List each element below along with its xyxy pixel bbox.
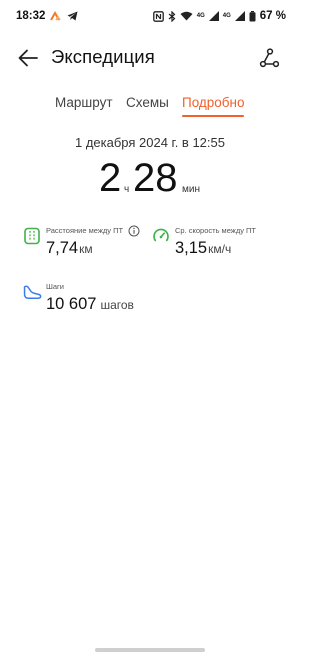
strava-icon (50, 10, 62, 22)
tab-details[interactable]: Подробно (182, 95, 245, 110)
workout-date: 1 декабря 2024 г. в 12:55 (74, 135, 225, 150)
status-right: 4G 4G 67 % (152, 10, 286, 22)
duration-hours-unit: ч (124, 184, 130, 195)
tab-route[interactable]: Маршрут (55, 95, 113, 110)
steps-value: 10 607 (46, 295, 97, 313)
speed-value: 3,15 (175, 239, 208, 257)
status-bar: 18:32 4G 4G 67 % (0, 0, 300, 32)
duration-minutes: 28 (133, 156, 178, 200)
signal-icon-2 (234, 11, 245, 21)
network-type-2: 4G (222, 13, 231, 19)
route-icon (259, 48, 279, 68)
status-time: 18:32 (16, 10, 46, 22)
distance-label: Расстояние между ПТ (46, 226, 124, 235)
info-icon[interactable] (128, 224, 140, 237)
steps-value-line: 10 607 шагов (46, 295, 134, 314)
network-tag-2: 4G (223, 13, 231, 19)
steps-label: Шаги (46, 282, 64, 291)
wifi-icon (180, 11, 193, 21)
shoe-icon (22, 282, 42, 302)
nfc-icon (152, 10, 164, 22)
speed-unit: км/ч (208, 242, 232, 256)
battery-percentage: 67 % (259, 10, 286, 22)
telegram-icon (67, 11, 78, 21)
tab-schemes[interactable]: Схемы (126, 95, 169, 110)
page-title: Экспедиция (51, 46, 155, 67)
metric-speed: Ср. скорость между ПТ 3,15км/ч (151, 226, 281, 262)
steps-unit: шагов (100, 298, 134, 312)
tab-bar: Маршрут Схемы Подробно (0, 95, 300, 119)
back-arrow-icon (18, 49, 38, 67)
metric-distance: Расстояние между ПТ 7,74км (22, 224, 147, 262)
tab-selected-indicator (182, 115, 244, 117)
distance-unit: км (79, 242, 93, 256)
network-type-1: 4G (196, 13, 205, 19)
speed-value-line: 3,15км/ч (175, 239, 231, 258)
speed-label: Ср. скорость между ПТ (175, 226, 257, 235)
metric-steps: Шаги 10 607 шагов (22, 282, 172, 318)
duration-minutes-unit: мин (182, 184, 200, 195)
distance-icon (22, 226, 42, 246)
network-tag-1: 4G (197, 13, 205, 19)
distance-value: 7,74 (46, 239, 79, 257)
distance-value-line: 7,74км (46, 239, 93, 258)
back-button[interactable] (16, 46, 40, 70)
status-left: 18:32 (16, 10, 78, 22)
duration-hours: 2 (99, 156, 122, 200)
speedometer-icon (151, 226, 171, 246)
signal-icon (208, 11, 219, 21)
battery-icon (249, 10, 256, 22)
gesture-navigation-bar[interactable] (95, 648, 205, 652)
route-button[interactable] (257, 46, 281, 70)
bluetooth-icon (168, 10, 176, 22)
workout-duration: 2 ч 28 мин (0, 156, 300, 206)
app-bar: Экспедиция (0, 38, 300, 78)
